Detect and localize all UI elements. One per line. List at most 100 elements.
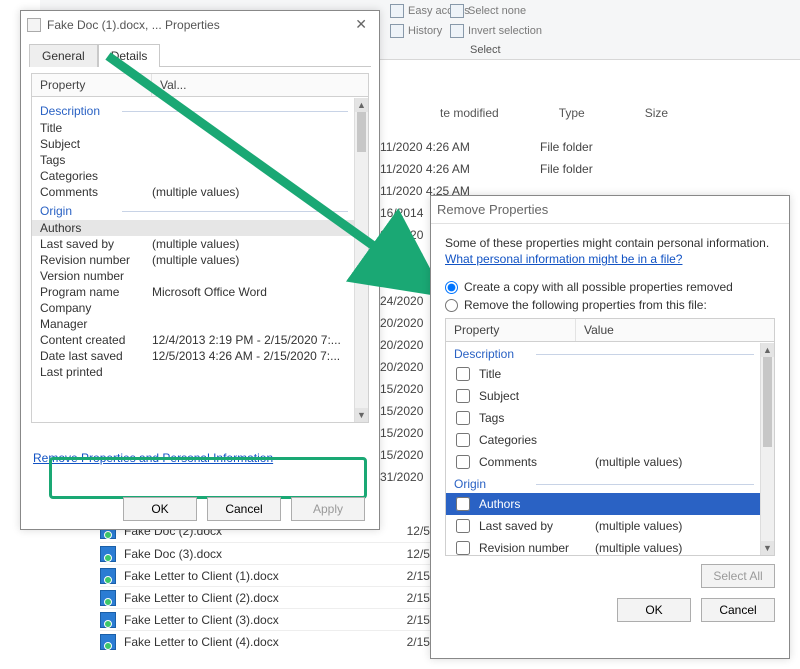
remove-title: Remove Properties [437,202,548,217]
ok-button[interactable]: OK [617,598,691,622]
info-link[interactable]: What personal information might be in a … [445,252,682,266]
folder-icon [390,4,404,18]
property-checkbox[interactable] [456,433,470,447]
col-date[interactable]: te modified [440,106,499,120]
remove-property-row[interactable]: Comments(multiple values) [446,451,760,473]
file-row[interactable]: Fake Letter to Client (1).docx2/15/2020 [100,564,460,586]
property-row[interactable]: Tags [32,152,354,168]
property-checkbox[interactable] [456,455,470,469]
cancel-button[interactable]: Cancel [207,497,281,521]
properties-title: Fake Doc (1).docx, ... Properties [47,18,220,32]
scroll-thumb[interactable] [763,357,772,447]
property-key: Manager [40,317,152,331]
remove-scrollbar[interactable]: ▲ ▼ [760,343,774,555]
property-checkbox[interactable] [456,519,470,533]
close-icon[interactable]: ✕ [349,16,373,33]
properties-tabs: General Details [29,43,371,67]
ribbon-invert[interactable]: Invert selection [450,24,542,38]
file-row[interactable]: Fake Letter to Client (2).docx2/15/2020 [100,586,460,608]
scroll-up-icon[interactable]: ▲ [355,98,368,112]
scroll-thumb[interactable] [357,112,366,152]
property-row[interactable]: Company [32,300,354,316]
remove-property-row[interactable]: Revision number(multiple values) [446,537,760,555]
property-row[interactable]: Date last saved12/5/2013 4:26 AM - 2/15/… [32,348,354,364]
property-value: (multiple values) [595,455,754,469]
ribbon-select-none[interactable]: Select none [450,4,526,18]
property-checkbox[interactable] [456,497,470,511]
scroll-up-icon[interactable]: ▲ [761,343,774,357]
remove-property-row[interactable]: Authors [446,493,760,515]
explorer-row[interactable]: 11/2020 4:26 AMFile folder [380,158,800,180]
scrollbar[interactable]: ▲ ▼ [354,98,368,422]
property-row[interactable]: Manager [32,316,354,332]
property-row[interactable]: Last printed [32,364,354,380]
select-none-icon [450,4,464,18]
explorer-file-list: Fake Doc (2).docx12/5/2013Fake Doc (3).d… [100,520,460,652]
remove-property-row[interactable]: Last saved by (multiple values) [446,515,760,537]
cancel-button[interactable]: Cancel [701,598,775,622]
property-key: Last printed [40,365,152,379]
rcol-value[interactable]: Value [576,319,622,341]
col-value[interactable]: Val... [152,74,194,96]
property-checkbox[interactable] [456,367,470,381]
rcol-property[interactable]: Property [446,319,576,341]
property-key: Last saved by [479,519,589,533]
property-checkbox[interactable] [456,411,470,425]
col-type[interactable]: Type [559,106,585,120]
grid-header: Property Val... [32,74,368,97]
property-row[interactable]: Authors [32,220,354,236]
word-doc-icon [100,634,116,650]
property-key: Revision number [479,541,589,555]
property-row[interactable]: Comments(multiple values) [32,184,354,200]
scroll-down-icon[interactable]: ▼ [355,408,368,422]
property-row[interactable]: Version number [32,268,354,284]
radio-remove-input[interactable] [445,299,458,312]
property-value [152,221,346,235]
word-doc-icon [100,590,116,606]
col-size[interactable]: Size [645,106,668,120]
property-value [152,137,346,151]
remove-property-row[interactable]: Categories [446,429,760,451]
property-key: Title [40,121,152,135]
property-key: Revision number [40,253,152,267]
property-value [152,365,346,379]
ribbon-history[interactable]: History [390,24,442,38]
property-row[interactable]: Title [32,120,354,136]
explorer-row[interactable]: 11/2020 4:26 AMFile folder [380,136,800,158]
radio-create-copy[interactable]: Create a copy with all possible properti… [445,280,775,294]
property-row[interactable]: Revision number(multiple values) [32,252,354,268]
properties-titlebar[interactable]: Fake Doc (1).docx, ... Properties ✕ [21,11,379,39]
remove-property-row[interactable]: Subject [446,385,760,407]
property-value: (multiple values) [595,519,754,533]
remove-property-row[interactable]: Title [446,363,760,385]
property-row[interactable]: Program nameMicrosoft Office Word [32,284,354,300]
property-row[interactable]: Categories [32,168,354,184]
properties-buttons: OK Cancel Apply [21,497,379,521]
select-all-button[interactable]: Select All [701,564,775,588]
property-row[interactable]: Last saved by(multiple values) [32,236,354,252]
property-value [152,317,346,331]
tab-general[interactable]: General [29,44,98,67]
file-name: Fake Doc (3).docx [124,547,372,561]
remove-titlebar[interactable]: Remove Properties [431,196,789,224]
radio-remove-following[interactable]: Remove the following properties from thi… [445,298,775,312]
file-row[interactable]: Fake Doc (3).docx12/5/2013 [100,542,460,564]
ribbon-group-select: Select [470,44,501,56]
file-row[interactable]: Fake Letter to Client (4).docx2/15/2020 [100,630,460,652]
ok-button[interactable]: OK [123,497,197,521]
property-checkbox[interactable] [456,541,470,555]
property-key: Authors [479,497,589,511]
remove-property-row[interactable]: Tags [446,407,760,429]
property-checkbox[interactable] [456,389,470,403]
file-name: Fake Letter to Client (1).docx [124,569,372,583]
radio-copy-input[interactable] [445,281,458,294]
tab-details[interactable]: Details [98,44,161,67]
property-row[interactable]: Subject [32,136,354,152]
col-property[interactable]: Property [32,74,152,96]
property-row[interactable]: Content created12/4/2013 2:19 PM - 2/15/… [32,332,354,348]
scroll-down-icon[interactable]: ▼ [761,541,774,555]
file-row[interactable]: Fake Letter to Client (3).docx2/15/2020 [100,608,460,630]
apply-button[interactable]: Apply [291,497,365,521]
group-header: Origin [446,473,760,493]
word-doc-icon [100,612,116,628]
